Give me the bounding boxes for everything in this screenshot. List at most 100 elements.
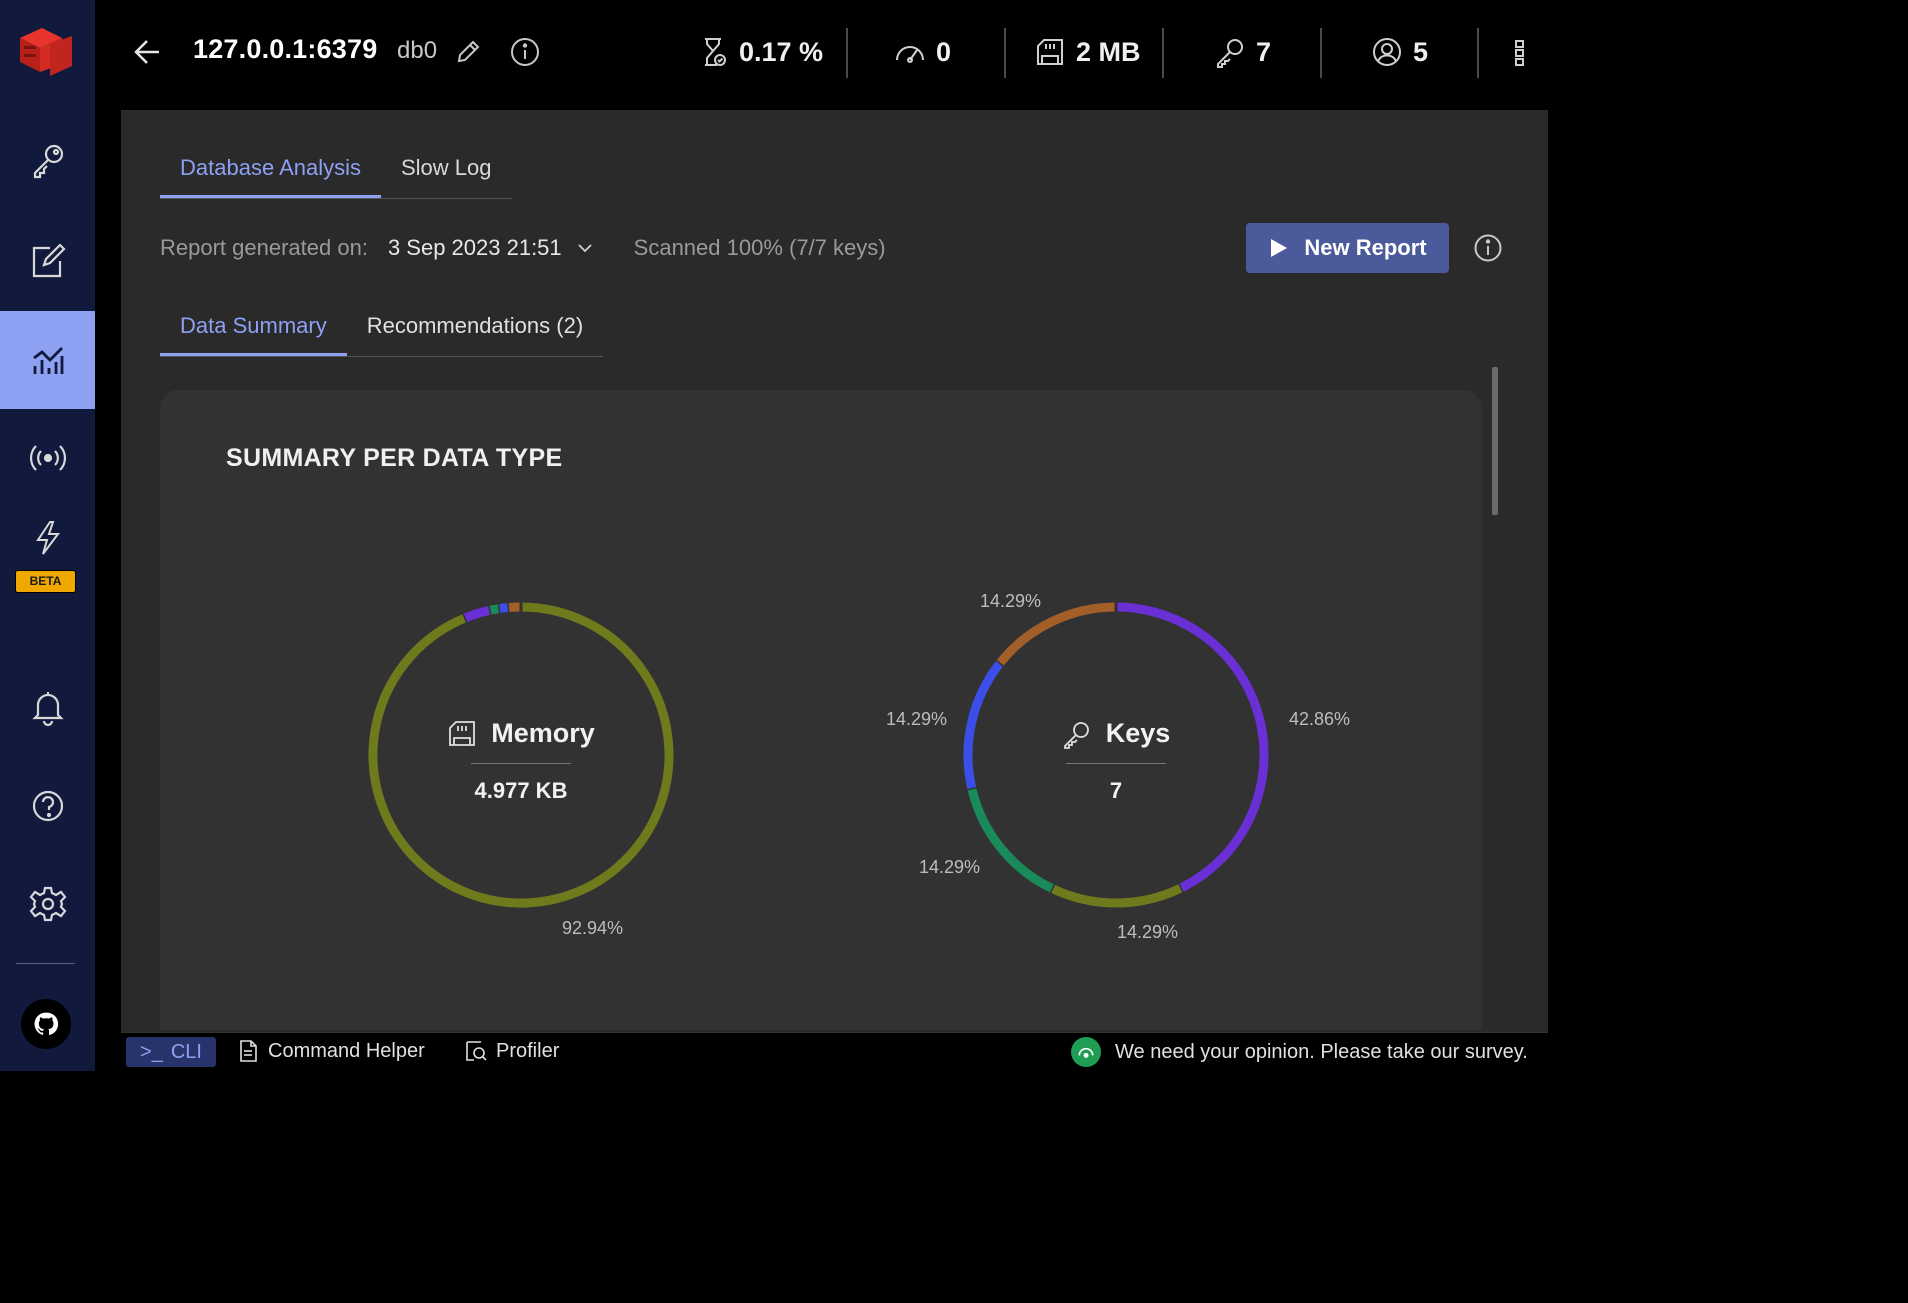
settings-nav-button[interactable] bbox=[0, 855, 95, 953]
memory-card-icon bbox=[1037, 39, 1063, 65]
survey-icon bbox=[1071, 1037, 1101, 1067]
triggers-nav-button[interactable] bbox=[0, 508, 95, 568]
profiler-icon bbox=[466, 1041, 487, 1061]
analysis-tabs: Database Analysis Slow Log bbox=[160, 148, 512, 199]
cpu-stat: 0.17 % bbox=[697, 30, 823, 74]
profiler-label: Profiler bbox=[496, 1039, 560, 1062]
bottom-bar: >_ CLI Command Helper Profiler We need y… bbox=[121, 1032, 1548, 1071]
keys-value: 7 bbox=[1256, 36, 1272, 67]
survey-link[interactable]: We need your opinion. Please take our su… bbox=[1071, 1037, 1528, 1067]
memory-total: 4.977 KB bbox=[474, 778, 568, 803]
new-report-label: New Report bbox=[1304, 235, 1427, 260]
scanned-status: Scanned 100% (7/7 keys) bbox=[633, 235, 886, 260]
sidebar: BETA bbox=[0, 0, 95, 1071]
key-icon bbox=[33, 144, 63, 179]
donut-segment[interactable] bbox=[967, 786, 1054, 893]
broadcast-icon bbox=[29, 445, 66, 471]
workbench-nav-button[interactable] bbox=[0, 212, 95, 310]
cli-button[interactable]: >_ CLI bbox=[126, 1037, 216, 1067]
keys-percent-label: 14.29% bbox=[919, 857, 981, 877]
report-row: Report generated on: 3 Sep 2023 21:51 Sc… bbox=[160, 230, 886, 266]
cpu-value: 0.17 % bbox=[739, 36, 824, 67]
chevron-down-icon bbox=[578, 244, 592, 253]
github-icon bbox=[34, 1012, 59, 1035]
donut-segment[interactable] bbox=[1049, 884, 1183, 908]
summary-title: SUMMARY PER DATA TYPE bbox=[226, 444, 563, 472]
stat-divider bbox=[846, 28, 848, 78]
github-button[interactable] bbox=[21, 999, 71, 1049]
keys-separator bbox=[1066, 763, 1166, 764]
keys-percent-label: 14.29% bbox=[980, 591, 1042, 611]
memory-separator bbox=[471, 763, 571, 764]
scrollbar[interactable] bbox=[1492, 367, 1498, 515]
memory-card-icon bbox=[449, 720, 476, 746]
memory-value: 2 MB bbox=[1076, 36, 1141, 67]
survey-text: We need your opinion. Please take our su… bbox=[1115, 1040, 1528, 1063]
pubsub-nav-button[interactable] bbox=[0, 409, 95, 507]
tab-recommendations[interactable]: Recommendations (2) bbox=[347, 305, 603, 356]
more-vertical-icon[interactable] bbox=[1510, 36, 1530, 70]
gear-icon bbox=[29, 886, 66, 922]
edit-document-icon bbox=[32, 243, 66, 278]
command-helper-label: Command Helper bbox=[268, 1039, 425, 1062]
help-circle-icon bbox=[32, 790, 63, 822]
analysis-nav-button[interactable] bbox=[0, 311, 95, 409]
stat-divider bbox=[1477, 28, 1479, 78]
summary-card: SUMMARY PER DATA TYPE Memory 4.977 KB 92… bbox=[160, 390, 1482, 1030]
tab-database-analysis[interactable]: Database Analysis bbox=[160, 148, 381, 198]
keys-percent-label: 14.29% bbox=[1117, 922, 1179, 942]
report-date-select[interactable]: 3 Sep 2023 21:51 bbox=[388, 235, 594, 261]
keys-stat: 7 bbox=[1214, 30, 1271, 74]
summary-subtabs: Data Summary Recommendations (2) bbox=[160, 305, 604, 357]
memory-label: Memory bbox=[491, 718, 595, 748]
keys-percent-label: 42.86% bbox=[1289, 709, 1351, 729]
key-icon bbox=[1063, 721, 1089, 749]
donut-segment[interactable] bbox=[996, 602, 1117, 666]
info-icon[interactable] bbox=[509, 36, 541, 68]
sidebar-divider bbox=[16, 963, 75, 964]
clients-stat: 5 bbox=[1371, 30, 1428, 74]
memory-center: Memory 4.977 KB bbox=[441, 718, 601, 804]
keys-label: Keys bbox=[1105, 718, 1171, 748]
help-nav-button[interactable] bbox=[0, 757, 95, 855]
keys-percent-label: 14.29% bbox=[886, 709, 948, 729]
stat-divider bbox=[1162, 28, 1164, 78]
new-report-button[interactable]: New Report bbox=[1246, 223, 1449, 273]
speedometer-icon bbox=[896, 46, 924, 63]
cli-label: CLI bbox=[170, 1040, 202, 1063]
profiler-button[interactable]: Profiler bbox=[464, 1039, 559, 1063]
stat-divider bbox=[1004, 28, 1006, 78]
document-icon bbox=[240, 1040, 257, 1062]
tab-slow-log[interactable]: Slow Log bbox=[381, 148, 512, 198]
beta-badge: BETA bbox=[15, 570, 76, 593]
report-date-value: 3 Sep 2023 21:51 bbox=[387, 235, 562, 260]
clients-value: 5 bbox=[1413, 36, 1429, 67]
bell-icon bbox=[31, 692, 64, 727]
hourglass-icon bbox=[705, 38, 726, 66]
ops-stat: 0 bbox=[894, 30, 951, 74]
tab-data-summary[interactable]: Data Summary bbox=[160, 305, 347, 356]
redis-logo-icon[interactable] bbox=[14, 24, 78, 84]
memory-percent-label: 92.94% bbox=[562, 918, 624, 938]
stat-divider bbox=[1320, 28, 1322, 78]
keys-center: Keys 7 bbox=[1041, 718, 1191, 804]
ops-value: 0 bbox=[936, 36, 952, 67]
keys-total: 7 bbox=[1109, 778, 1123, 803]
donut-segment[interactable] bbox=[463, 605, 492, 623]
back-arrow-icon[interactable] bbox=[133, 34, 163, 70]
analytics-icon bbox=[32, 347, 63, 374]
key-icon bbox=[1217, 39, 1243, 68]
browser-nav-button[interactable] bbox=[0, 112, 95, 210]
info-icon[interactable] bbox=[1473, 233, 1503, 263]
play-icon bbox=[1271, 239, 1288, 257]
memory-stat: 2 MB bbox=[1034, 30, 1141, 74]
user-circle-icon bbox=[1373, 38, 1401, 66]
connection-host: 127.0.0.1:6379 bbox=[193, 34, 378, 64]
command-helper-button[interactable]: Command Helper bbox=[236, 1039, 425, 1063]
pencil-icon[interactable] bbox=[454, 38, 482, 66]
main-panel: Database Analysis Slow Log Report genera… bbox=[121, 110, 1548, 1032]
db-index: db0 bbox=[397, 37, 438, 64]
donut-segment[interactable] bbox=[963, 659, 1004, 789]
report-label: Report generated on: bbox=[160, 235, 368, 260]
notifications-nav-button[interactable] bbox=[0, 658, 95, 756]
